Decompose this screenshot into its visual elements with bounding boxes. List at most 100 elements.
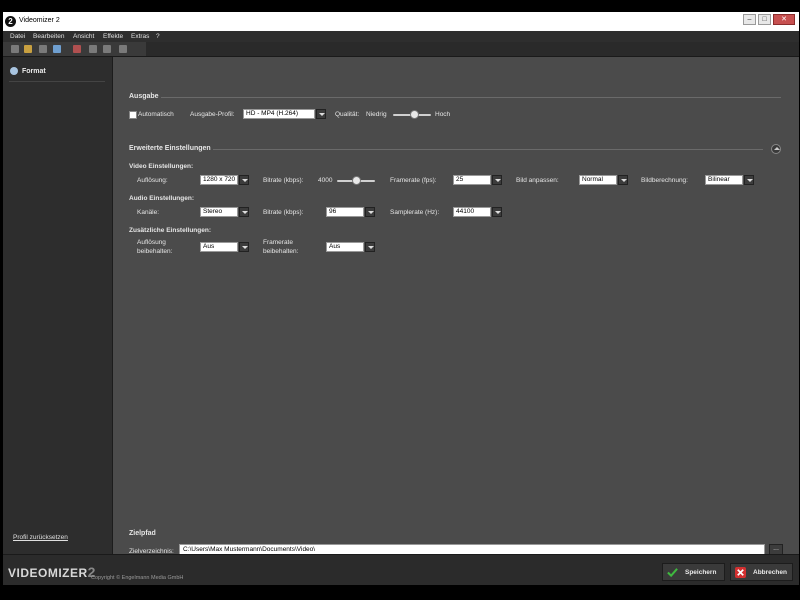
- convert-icon[interactable]: [53, 45, 61, 53]
- quality-low-label: Niedrig: [366, 111, 387, 118]
- chevron-down-icon[interactable]: [239, 175, 249, 185]
- undo-icon[interactable]: [119, 45, 127, 53]
- section-target-title: Zielpfad: [129, 530, 156, 537]
- chevron-down-icon[interactable]: [316, 109, 326, 119]
- new-icon[interactable]: [11, 45, 19, 53]
- keep-resolution-select-value: Aus: [203, 243, 215, 250]
- footer-bar: VIDEOMIZER2 Copyright © Engelmann Media …: [3, 554, 799, 585]
- app-logo-icon: 2: [5, 16, 16, 27]
- save-button[interactable]: Speichern: [662, 563, 725, 581]
- section-ausgabe-line: [161, 97, 781, 98]
- checkmark-icon: [667, 568, 678, 578]
- sidebar: Format Profil zurücksetzen: [3, 57, 113, 554]
- menu-help[interactable]: ?: [156, 33, 160, 40]
- extra-settings-title: Zusätzliche Einstellungen:: [129, 227, 211, 234]
- menu-datei[interactable]: Datei: [10, 33, 25, 40]
- section-advanced-line: [213, 149, 763, 150]
- chevron-down-icon[interactable]: [239, 207, 249, 217]
- chevron-down-icon[interactable]: [492, 175, 502, 185]
- copyright-text: Copyright © Engelmann Media GmbH: [91, 575, 184, 581]
- chevron-down-icon[interactable]: [365, 207, 375, 217]
- channels-select[interactable]: Stereo: [200, 207, 249, 217]
- keep-framerate-label-2: beibehalten:: [263, 248, 299, 255]
- image-adjust-select[interactable]: Normal: [579, 175, 628, 185]
- samplerate-select-value: 44100: [456, 208, 475, 215]
- quality-label: Qualität:: [335, 111, 360, 118]
- keep-resolution-label-2: beibehalten:: [137, 248, 173, 255]
- settings-icon[interactable]: [39, 45, 47, 53]
- section-advanced-title: Erweiterte Einstellungen: [129, 145, 211, 152]
- reset-profile-link[interactable]: Profil zurücksetzen: [13, 534, 68, 541]
- chevron-down-icon[interactable]: [744, 175, 754, 185]
- sidebar-divider: [9, 81, 105, 82]
- quality-slider-thumb[interactable]: [409, 110, 419, 119]
- image-adjust-label: Bild anpassen:: [516, 177, 559, 184]
- close-button[interactable]: ✕: [773, 14, 795, 25]
- image-calc-select[interactable]: Bilinear: [705, 175, 754, 185]
- keep-framerate-label-1: Framerate: [263, 239, 293, 246]
- chevron-down-icon[interactable]: [618, 175, 628, 185]
- chevron-down-icon[interactable]: [492, 207, 502, 217]
- section-ausgabe-title: Ausgabe: [129, 93, 159, 100]
- minimize-button[interactable]: –: [743, 14, 756, 25]
- audio-bitrate-select[interactable]: 96: [326, 207, 375, 217]
- keep-resolution-select[interactable]: Aus: [200, 242, 249, 252]
- collapse-icon[interactable]: [771, 144, 781, 154]
- video-settings-title: Video Einstellungen:: [129, 163, 194, 170]
- audio-settings-title: Audio Einstellungen:: [129, 195, 194, 202]
- cross-icon: [735, 567, 746, 578]
- title-bar: 2 Videomizer 2 – □ ✕: [3, 12, 799, 31]
- channels-label: Kanäle:: [137, 209, 160, 216]
- audio-bitrate-label: Bitrate (kbps):: [263, 209, 304, 216]
- auto-label: Automatisch: [138, 111, 174, 118]
- cancel-button-label: Abbrechen: [753, 569, 787, 576]
- sidebar-item-label: Format: [22, 68, 46, 75]
- keep-resolution-label-1: Auflösung: [137, 239, 166, 246]
- menu-effekte[interactable]: Effekte: [103, 33, 123, 40]
- framerate-label: Framerate (fps):: [390, 177, 437, 184]
- samplerate-select[interactable]: 44100: [453, 207, 502, 217]
- video-bitrate-label: Bitrate (kbps):: [263, 177, 304, 184]
- framerate-select-value: 25: [456, 176, 464, 183]
- keep-framerate-select[interactable]: Aus: [326, 242, 375, 252]
- chevron-down-icon[interactable]: [365, 242, 375, 252]
- save-button-label: Speichern: [685, 569, 717, 576]
- sidebar-item-format[interactable]: Format: [10, 67, 100, 77]
- menu-extras[interactable]: Extras: [131, 33, 149, 40]
- format-icon: [10, 67, 18, 75]
- image-calc-select-value: Bilinear: [708, 176, 730, 183]
- view-split-icon[interactable]: [103, 45, 111, 53]
- auto-checkbox[interactable]: [129, 111, 137, 119]
- image-adjust-select-value: Normal: [582, 176, 603, 183]
- quality-high-label: Hoch: [435, 111, 451, 118]
- resolution-label: Auflösung:: [137, 177, 168, 184]
- keep-framerate-select-value: Aus: [329, 243, 341, 250]
- window-title: Videomizer 2: [19, 17, 60, 24]
- profile-label: Ausgabe-Profil:: [190, 111, 235, 118]
- maximize-button[interactable]: □: [758, 14, 771, 25]
- framerate-select[interactable]: 25: [453, 175, 502, 185]
- resolution-select[interactable]: 1280 x 720: [200, 175, 249, 185]
- image-calc-label: Bildberechnung:: [641, 177, 688, 184]
- app-window: 2 Videomizer 2 – □ ✕ Datei Bearbeiten An…: [3, 12, 799, 585]
- open-icon[interactable]: [24, 45, 32, 53]
- menu-bar: Datei Bearbeiten Ansicht Effekte Extras …: [3, 31, 799, 42]
- channels-select-value: Stereo: [203, 208, 223, 215]
- profile-select-value: HD - MP4 (H.264): [246, 110, 299, 117]
- audio-bitrate-select-value: 96: [329, 208, 337, 215]
- view-single-icon[interactable]: [89, 45, 97, 53]
- toolbar-strip: [3, 42, 146, 56]
- chevron-down-icon[interactable]: [239, 242, 249, 252]
- cancel-button[interactable]: Abbrechen: [730, 563, 793, 581]
- settings-panel: Ausgabe Automatisch Ausgabe-Profil: HD -…: [113, 57, 799, 555]
- video-bitrate-value: 4000: [318, 177, 333, 184]
- effect-icon[interactable]: [73, 45, 81, 53]
- menu-bearbeiten[interactable]: Bearbeiten: [33, 33, 64, 40]
- toolbar: [3, 42, 799, 57]
- brand-logo: VIDEOMIZER2: [8, 564, 96, 580]
- brand-logo-text: VIDEOMIZER: [8, 566, 88, 580]
- menu-ansicht[interactable]: Ansicht: [73, 33, 94, 40]
- video-bitrate-slider-thumb[interactable]: [352, 176, 361, 185]
- samplerate-label: Samplerate (Hz):: [390, 209, 440, 216]
- profile-select[interactable]: HD - MP4 (H.264): [243, 109, 326, 119]
